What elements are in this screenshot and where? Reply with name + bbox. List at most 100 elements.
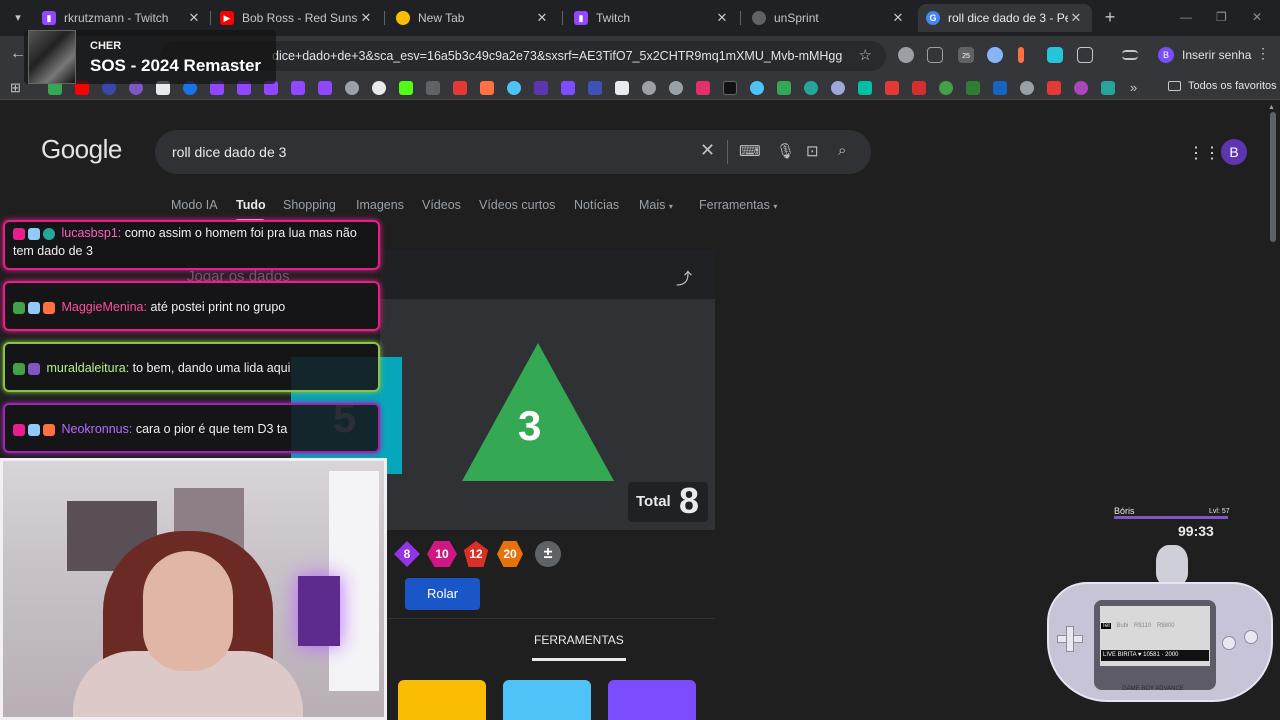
bookmark-icon[interactable] [939,81,953,95]
page-scrollbar[interactable] [1270,112,1276,242]
close-tab-icon[interactable]: ✕ [1068,10,1084,26]
bookmark-icon[interactable] [804,81,818,95]
bookmark-icon[interactable] [426,81,440,95]
tab-shopping[interactable]: Shopping [283,198,336,212]
modifier-button[interactable]: ± [535,541,561,567]
chat-username[interactable]: lucasbsp1: [61,226,121,240]
folder-icon [1168,81,1181,91]
bookmark-icon[interactable] [1074,81,1088,95]
chat-username[interactable]: muraldaleitura: [46,361,129,375]
extension-icon[interactable] [1018,47,1024,63]
webcam-feed [0,458,387,720]
close-tab-icon[interactable]: ✕ [186,10,202,26]
bookmark-twitch-icon[interactable] [291,81,305,95]
tab-unsprint[interactable]: unSprint ✕ [744,4,914,32]
bookmark-play-icon[interactable] [777,81,791,95]
share-icon[interactable]: ⤴ [676,265,692,289]
all-bookmarks-folder[interactable]: Todos os favoritos [1168,80,1277,92]
search-icon[interactable]: ⌕ [838,142,846,159]
extension-icon[interactable] [927,47,943,63]
bookmark-icon[interactable] [561,81,575,95]
tab-rkrutzmann[interactable]: ▮ rkrutzmann - Twitch ✕ [34,4,210,32]
tool-timer-tile[interactable] [398,680,486,720]
tab-videos[interactable]: Vídeos [422,198,461,212]
roll-button[interactable]: Rolar [405,578,480,610]
extension-icon[interactable] [898,47,914,63]
bookmark-icon[interactable] [966,81,980,95]
bookmark-star-icon[interactable]: ☆ [859,46,872,64]
bookmark-icon[interactable] [1020,81,1034,95]
lens-camera-icon[interactable]: ⊡ [806,142,819,160]
tab-modo-ia[interactable]: Modo IA [171,198,218,212]
profile-signin-button[interactable]: B Inserir senha [1152,43,1261,67]
bookmark-amazon-icon[interactable] [615,81,629,95]
close-tab-icon[interactable]: ✕ [890,10,906,26]
bookmark-tiktok-icon[interactable] [723,81,737,95]
new-tab-button[interactable]: + [1100,8,1120,28]
tab-ferramentas[interactable]: Ferramentas ▾ [699,198,777,212]
tool-metronome-tile[interactable] [503,680,591,720]
google-logo[interactable]: Google [41,134,122,165]
tools-tab[interactable]: FERRAMENTAS [534,633,624,647]
apps-grid-icon[interactable]: ⊞ [10,80,21,96]
chat-text: to bem, dando uma lida aqui [132,361,291,375]
tab-roll-dice[interactable]: G roll dice dado de 3 - Pesqu ✕ [918,4,1092,32]
microphone-icon[interactable]: 🎙 [776,142,795,160]
close-tab-icon[interactable]: ✕ [534,10,550,26]
tab-twitch[interactable]: ▮ Twitch ✕ [566,4,738,32]
bookmark-icon[interactable] [831,81,845,95]
close-tab-icon[interactable]: ✕ [358,10,374,26]
keyboard-icon[interactable]: ⌨ [739,142,761,160]
gba-label: R$110 [1134,623,1152,629]
bookmark-icon[interactable] [993,81,1007,95]
tab-videos-curtos[interactable]: Vídeos curtos [479,198,555,212]
bookmark-icon[interactable] [507,81,521,95]
bookmarks-overflow-icon[interactable]: » [1130,80,1137,95]
tab-imagens[interactable]: Imagens [356,198,404,212]
tab-new-tab[interactable]: New Tab ✕ [388,4,558,32]
pet-cat-sprite [1156,545,1188,585]
tab-noticias[interactable]: Notícias [574,198,619,212]
bookmark-kick-icon[interactable] [399,81,413,95]
extension-icon[interactable] [1047,47,1063,63]
bookmark-globe-icon[interactable] [345,81,359,95]
gba-label: R$800 [1156,623,1175,629]
bookmark-icon[interactable] [372,81,386,95]
close-tab-icon[interactable]: ✕ [714,10,730,26]
extension-badge-icon[interactable]: 25 [958,47,974,63]
tab-search-button[interactable]: ▾ [8,8,28,28]
bookmark-icon[interactable] [588,81,602,95]
tab-bob-ross[interactable]: ▶ Bob Ross - Red Sunset (Se ✕ [212,4,382,32]
bookmark-globe-icon[interactable] [669,81,683,95]
bookmark-icon[interactable] [885,81,899,95]
bookmark-icon[interactable] [1101,81,1115,95]
reading-list-icon[interactable] [1122,50,1138,60]
bookmark-icon[interactable] [750,81,764,95]
bookmark-globe-icon[interactable] [642,81,656,95]
clear-search-icon[interactable]: ✕ [700,140,715,161]
chat-username[interactable]: MaggieMenina: [61,300,146,314]
tab-mais[interactable]: Mais ▾ [639,198,673,212]
restore-icon[interactable]: ❐ [1216,10,1227,24]
bookmark-twitch-icon[interactable] [318,81,332,95]
tab-tudo[interactable]: Tudo [236,198,266,212]
chat-username[interactable]: Neokronnus: [61,422,132,436]
bookmark-instagram-icon[interactable] [696,81,710,95]
scroll-up-arrow[interactable]: ▲ [1268,104,1275,111]
gba-label: Tel [1101,623,1111,629]
extension-icon[interactable] [987,47,1003,63]
tool-calculator-tile[interactable] [608,680,696,720]
search-input[interactable]: roll dice dado de 3 ✕ ⌨ 🎙 ⊡ ⌕ [155,130,871,174]
bookmark-icon[interactable] [858,81,872,95]
minimize-icon[interactable]: — [1180,10,1192,24]
bookmark-icon[interactable] [453,81,467,95]
window-close-icon[interactable]: ✕ [1252,10,1262,24]
bookmark-icon[interactable] [480,81,494,95]
bookmark-icon[interactable] [534,81,548,95]
total-label: Total [636,493,671,510]
extensions-puzzle-icon[interactable] [1077,47,1093,63]
account-avatar[interactable]: B [1221,139,1247,165]
browser-menu-icon[interactable]: ⋮ [1256,45,1270,62]
bookmark-icon[interactable] [1047,81,1061,95]
bookmark-icon[interactable] [912,81,926,95]
